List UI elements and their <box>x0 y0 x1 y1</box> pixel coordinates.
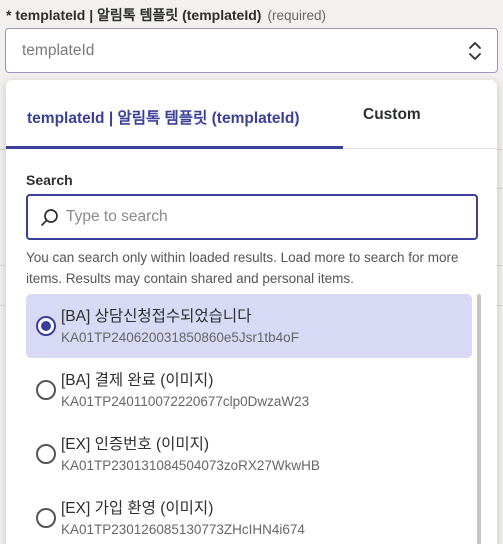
search-field[interactable] <box>26 194 478 240</box>
field-label: * templateId | 알림톡 템플릿 (templateId) (requ… <box>6 5 326 25</box>
item-id: KA01TP230126085130773ZHcIHN4i674 <box>61 522 305 537</box>
dropdown-panel: templateId | 알림톡 템플릿 (templateId) Custom… <box>6 80 497 544</box>
item-title: [BA] 결제 완료 (이미지) <box>61 372 214 389</box>
list-item[interactable]: [EX] 가입 환영 (이미지) KA01TP230126085130773ZH… <box>26 486 472 544</box>
list-item[interactable]: [EX] 인증번호 (이미지) KA01TP230131084504073zoR… <box>26 422 472 486</box>
search-icon <box>41 209 58 226</box>
item-title: [BA] 상담신청접수되었습니다 <box>61 308 252 325</box>
item-id: KA01TP230131084504073zoRX27WkwHB <box>61 458 320 473</box>
tab-bar: templateId | 알림톡 템플릿 (templateId) Custom <box>6 80 497 149</box>
background-divider <box>497 149 503 150</box>
options-list: [BA] 상담신청접수되었습니다 KA01TP240620031850860e5… <box>26 294 472 544</box>
radio-button[interactable] <box>36 444 56 464</box>
template-select[interactable]: templateId <box>5 28 498 73</box>
tab-custom[interactable]: Custom <box>363 106 421 124</box>
required-text: (required) <box>267 8 326 23</box>
item-id: KA01TP240110072220677clp0DwzaW23 <box>61 394 310 409</box>
radio-selected-dot <box>41 321 51 331</box>
select-placeholder: templateId <box>22 42 95 59</box>
chevron-up-down-icon <box>469 42 481 60</box>
radio-button[interactable] <box>36 508 56 528</box>
item-title: [EX] 가입 환영 (이미지) <box>61 500 214 517</box>
radio-button[interactable] <box>36 316 56 336</box>
tab-templateid[interactable]: templateId | 알림톡 템플릿 (templateId) <box>27 106 299 128</box>
field-label-text: * templateId | 알림톡 템플릿 (templateId) <box>6 7 262 23</box>
search-hint: You can search only within loaded result… <box>26 250 459 286</box>
radio-button[interactable] <box>36 380 56 400</box>
search-input[interactable] <box>66 205 466 229</box>
active-tab-indicator <box>6 146 343 149</box>
list-item[interactable]: [BA] 결제 완료 (이미지) KA01TP240110072220677cl… <box>26 358 472 422</box>
background-divider <box>497 265 503 266</box>
search-label: Search <box>26 172 73 188</box>
list-item[interactable]: [BA] 상담신청접수되었습니다 KA01TP240620031850860e5… <box>26 294 472 358</box>
item-title: [EX] 인증번호 (이미지) <box>61 436 210 453</box>
background-divider <box>497 305 503 306</box>
scrollbar[interactable] <box>477 294 481 544</box>
item-id: KA01TP240620031850860e5Jsr1tb4oF <box>61 330 299 345</box>
background-divider <box>497 188 503 189</box>
